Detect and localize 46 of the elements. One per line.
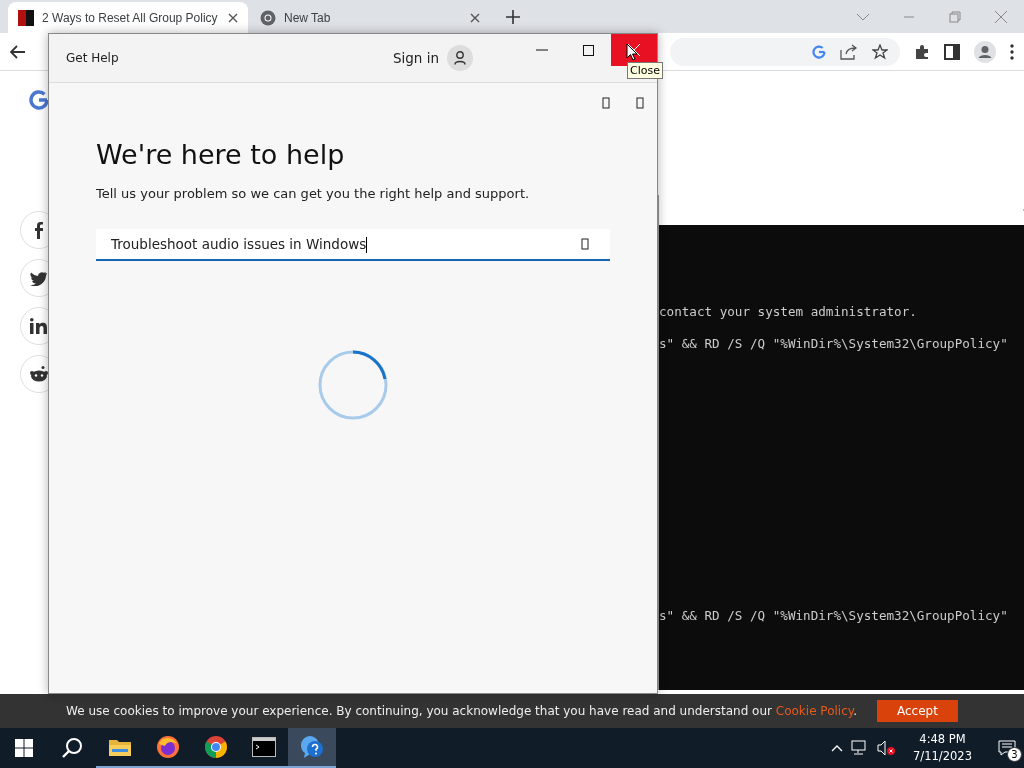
maximize-icon[interactable] bbox=[582, 44, 594, 56]
star-icon[interactable] bbox=[872, 43, 888, 60]
menu-icon[interactable] bbox=[1010, 43, 1014, 60]
puzzle-icon[interactable] bbox=[914, 43, 930, 60]
loading-spinner-icon bbox=[317, 349, 389, 421]
notifications-icon[interactable] bbox=[998, 740, 1016, 756]
notifications-button[interactable]: 3 bbox=[990, 728, 1024, 768]
side-panel-icon[interactable] bbox=[944, 43, 960, 60]
tooltip: Close bbox=[627, 62, 663, 79]
close-icon[interactable] bbox=[228, 12, 238, 23]
firefox-icon bbox=[156, 735, 180, 759]
placeholder-icon[interactable] bbox=[580, 238, 590, 250]
placeholder-icon[interactable] bbox=[601, 97, 611, 109]
google-icon[interactable] bbox=[812, 44, 826, 59]
person-icon bbox=[454, 51, 466, 65]
placeholder-icon[interactable] bbox=[635, 97, 645, 109]
console-line: s" && RD /S /Q "%WinDir%\System32\GroupPolicy" bbox=[659, 608, 1009, 624]
address-bar[interactable] bbox=[670, 37, 900, 66]
mouse-pointer-icon bbox=[626, 43, 638, 61]
notification-count: 3 bbox=[1007, 747, 1022, 762]
window-title: Get Help bbox=[66, 51, 119, 65]
sign-in-button[interactable]: Sign in bbox=[386, 44, 479, 72]
terminal-icon bbox=[252, 737, 276, 757]
site-logo-icon bbox=[18, 9, 34, 26]
share-icon[interactable] bbox=[840, 43, 858, 60]
chrome-icon bbox=[260, 9, 276, 26]
search-icon[interactable] bbox=[61, 737, 83, 759]
console-line: s" && RD /S /Q "%WinDir%\System32\GroupPolicy" bbox=[659, 336, 1009, 352]
profile-icon[interactable] bbox=[974, 40, 996, 63]
browser-tab[interactable]: 2 Ways to Reset All Group Policy bbox=[8, 2, 248, 33]
help-icon bbox=[299, 735, 325, 759]
search-field[interactable]: Troubleshoot audio issues in Windows bbox=[96, 229, 610, 261]
google-logo-icon bbox=[28, 89, 50, 111]
page-heading: We're here to help bbox=[96, 139, 346, 170]
console-line: contact your system administrator. bbox=[659, 304, 918, 320]
muted-speaker-icon[interactable] bbox=[877, 740, 896, 756]
browser-tab[interactable]: New Tab bbox=[250, 2, 490, 33]
chrome-icon bbox=[204, 735, 228, 759]
back-icon[interactable] bbox=[10, 44, 26, 59]
chevron-up-icon[interactable] bbox=[831, 744, 844, 752]
folder-icon bbox=[108, 737, 132, 757]
accept-button[interactable]: Accept bbox=[877, 700, 958, 722]
page-subtitle: Tell us your problem so we can get you the right help and support. bbox=[96, 186, 531, 201]
cookie-notice-text: We use cookies to improve your experience. By continuing, you acknowledge that you have read and understand our Cookie Policy. bbox=[66, 704, 857, 718]
new-tab-icon[interactable] bbox=[506, 10, 520, 24]
clock[interactable]: 4:48 PM 7/11/2023 bbox=[903, 731, 982, 765]
